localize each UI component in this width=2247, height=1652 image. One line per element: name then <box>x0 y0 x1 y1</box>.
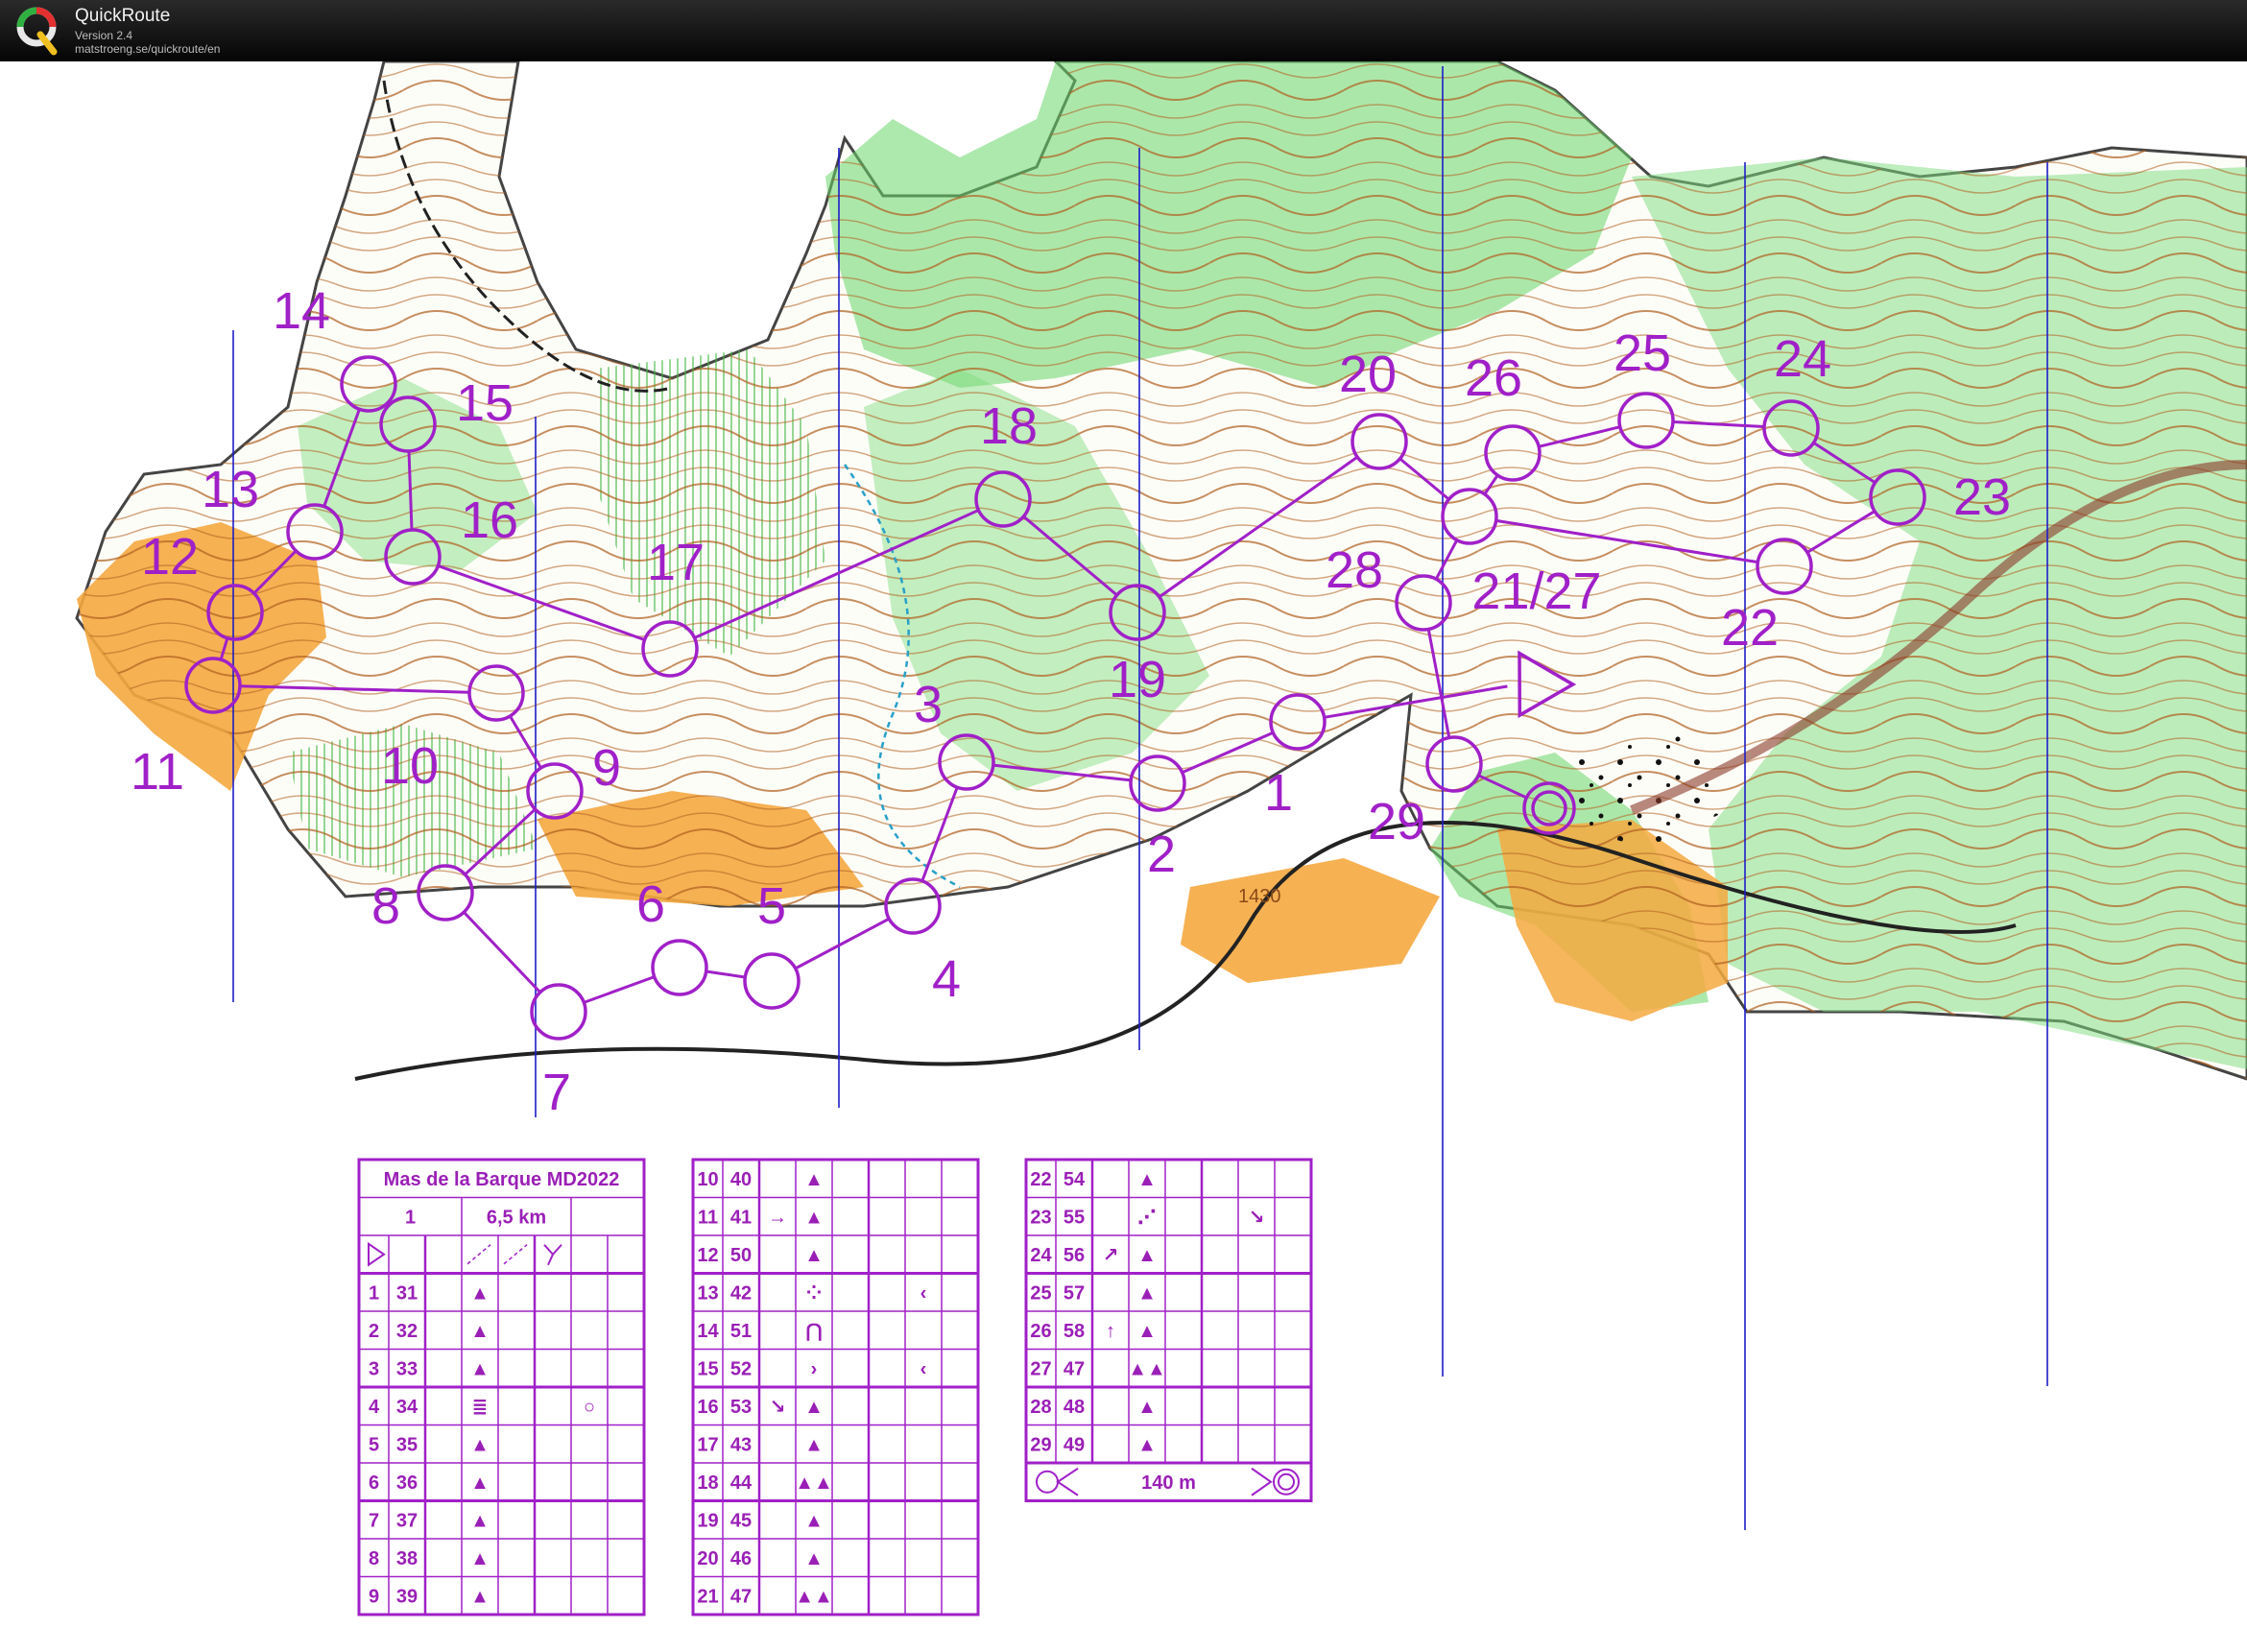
control-number-label: 2 <box>1147 826 1176 883</box>
control-number-label: 8 <box>371 877 400 935</box>
control-number-label: 24 <box>1774 330 1831 388</box>
control-number-label: 26 <box>1465 349 1522 407</box>
contour-height-label: 1430 <box>1238 886 1281 907</box>
app-name: QuickRoute <box>75 6 171 26</box>
control-number-label: 14 <box>273 282 330 340</box>
control-number-label: 18 <box>980 397 1038 455</box>
control-number-label: 23 <box>1953 468 2011 526</box>
course-leg <box>705 970 746 979</box>
control-number-label: 25 <box>1614 324 1671 382</box>
app-url: matstroeng.se/quickroute/en <box>75 42 221 56</box>
control-number-label: 15 <box>456 374 514 432</box>
control-number-label: 17 <box>647 534 705 591</box>
control-number-label: 10 <box>381 737 439 795</box>
control-number-label: 29 <box>1368 793 1425 850</box>
control-number-label: 3 <box>914 676 943 733</box>
control-number-label: 12 <box>141 528 199 586</box>
control-circle <box>743 952 801 1010</box>
control-number-label: 28 <box>1326 541 1383 599</box>
control-number-label: 5 <box>757 877 786 935</box>
quickroute-logo-icon <box>16 7 58 56</box>
control-number-label: 22 <box>1721 599 1779 657</box>
control-number-label: 6 <box>636 875 665 933</box>
control-number-label: 4 <box>932 950 961 1008</box>
control-number-label: 7 <box>542 1064 571 1121</box>
map-terrain: 1430 <box>75 61 2247 1081</box>
control-number-label: 20 <box>1339 346 1397 403</box>
control-circle <box>530 983 587 1041</box>
control-number-label: 1 <box>1264 764 1293 822</box>
orienteering-map: 1430 123456789101112131415161718192021/2… <box>75 61 2247 1530</box>
control-number-label: 9 <box>592 739 621 797</box>
control-number-label: 16 <box>461 491 518 549</box>
control-circle <box>651 939 708 996</box>
control-number-label: 11 <box>131 743 184 801</box>
control-number-label: 21/27 <box>1471 563 1601 620</box>
course-leg <box>795 917 890 970</box>
control-number-label: 19 <box>1109 651 1166 708</box>
app-version: Version 2.4 <box>75 29 133 42</box>
course-leg <box>463 911 541 994</box>
window-titlebar: QuickRoute Version 2.4 matstroeng.se/qui… <box>0 0 2247 61</box>
course-leg <box>583 975 656 1004</box>
contour-overlay <box>77 61 2247 1079</box>
control-number-label: 13 <box>202 461 259 518</box>
